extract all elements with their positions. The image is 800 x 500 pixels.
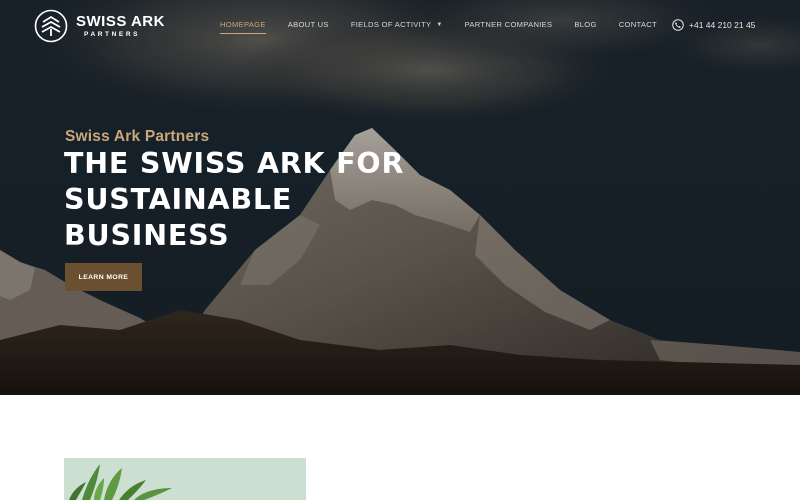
phone-link[interactable]: +41 44 210 21 45 — [672, 19, 755, 31]
phone-number: +41 44 210 21 45 — [689, 20, 756, 30]
site-header: SWISS ARK PARTNERS HOMEPAGE ABOUT US FIE… — [0, 0, 800, 52]
hero-headline-line-2: SUSTAINABLE — [64, 183, 293, 216]
nav-item-blog[interactable]: BLOG — [574, 20, 596, 32]
nav-item-about-us[interactable]: ABOUT US — [288, 20, 329, 32]
hero-eyebrow: Swiss Ark Partners — [65, 128, 210, 145]
phone-icon — [672, 19, 684, 31]
plant-leaves-graphic — [64, 458, 306, 500]
hero-section: SWISS ARK PARTNERS HOMEPAGE ABOUT US FIE… — [0, 0, 800, 395]
learn-more-button[interactable]: LEARN MORE — [65, 263, 142, 291]
nav-item-fields-of-activity-label: FIELDS OF ACTIVITY — [350, 20, 432, 29]
nav-item-contact[interactable]: CONTACT — [619, 20, 657, 32]
nav-item-homepage[interactable]: HOMEPAGE — [220, 20, 266, 34]
ark-logo-icon — [34, 9, 68, 43]
nav-item-fields-of-activity[interactable]: FIELDS OF ACTIVITY ▼ — [351, 20, 443, 32]
brand-text: SWISS ARK PARTNERS — [76, 14, 165, 39]
brand-logo[interactable]: SWISS ARK PARTNERS — [34, 9, 165, 43]
plant-image — [64, 458, 306, 500]
brand-name: SWISS ARK — [76, 12, 165, 30]
nav-item-partner-companies[interactable]: PARTNER COMPANIES — [465, 20, 553, 32]
hero-headline-line-1: THE SWISS ARK FOR — [64, 147, 405, 180]
main-navigation: HOMEPAGE ABOUT US FIELDS OF ACTIVITY ▼ PA… — [220, 20, 679, 34]
brand-subtitle: PARTNERS — [84, 30, 141, 38]
hero-headline: THE SWISS ARK FOR SUSTAINABLE BUSINESS — [64, 146, 424, 254]
hero-headline-line-3: BUSINESS — [64, 219, 230, 252]
chevron-down-icon: ▼ — [436, 22, 443, 28]
